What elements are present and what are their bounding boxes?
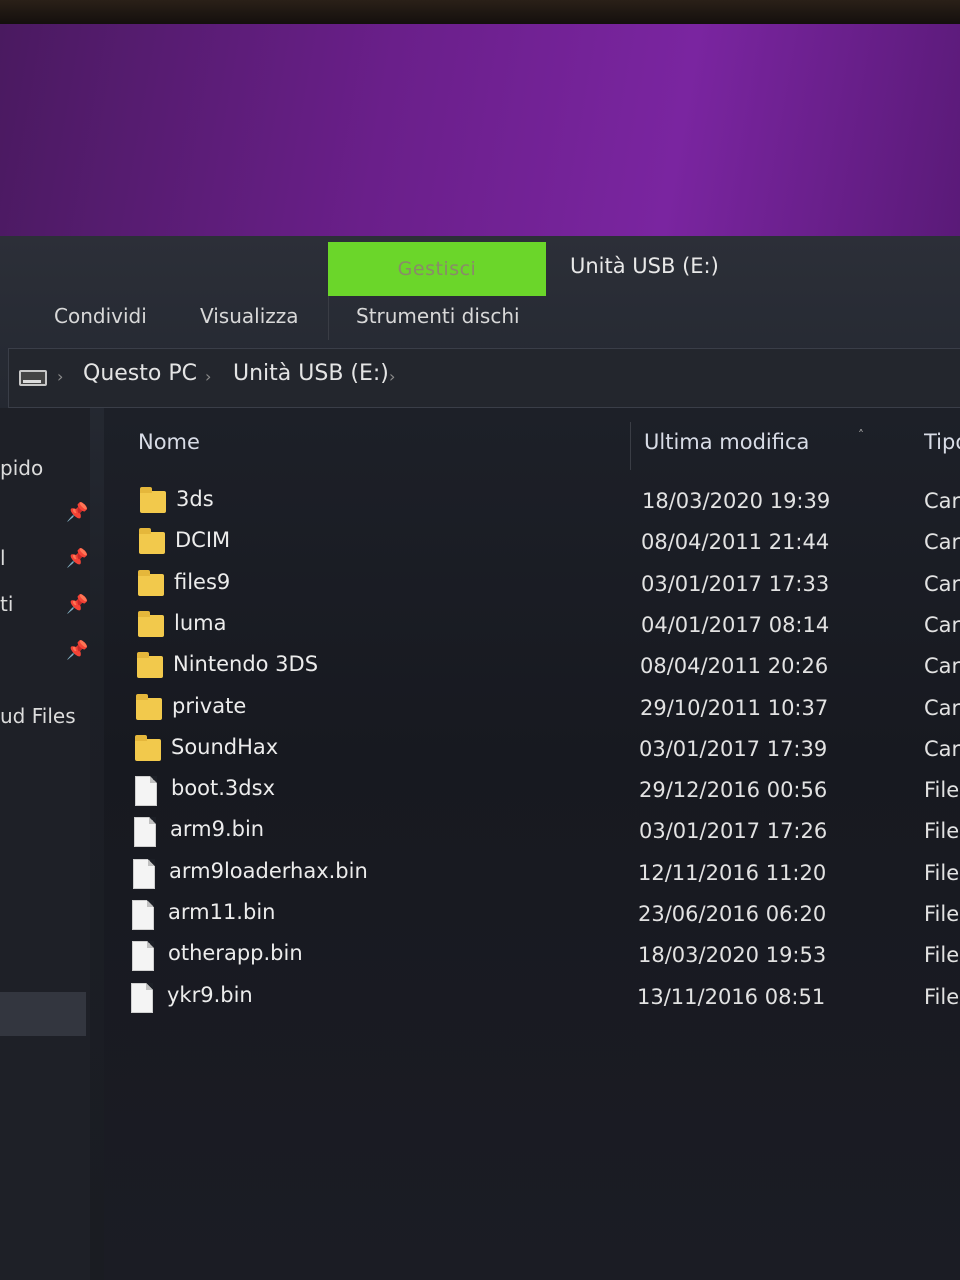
table-row[interactable]: boot.3dsx 29/12/2016 00:56 File bbox=[104, 771, 960, 812]
pin-icon[interactable]: 📌 bbox=[66, 548, 88, 569]
folder-icon bbox=[138, 569, 164, 596]
file-icon bbox=[134, 817, 156, 848]
file-name: arm9.bin bbox=[170, 817, 265, 842]
file-type: Cartella bbox=[924, 736, 960, 761]
folder-icon bbox=[138, 610, 164, 637]
table-row[interactable]: ykr9.bin 13/11/2016 08:51 File bbox=[104, 978, 960, 1019]
file-type: Cartella bbox=[924, 530, 960, 555]
table-row[interactable]: otherapp.bin 18/03/2020 19:53 File bbox=[104, 936, 960, 977]
file-modified-date: 29/12/2016 00:56 bbox=[639, 778, 828, 803]
file-type: Cartella bbox=[924, 654, 960, 679]
table-row[interactable]: arm9.bin 03/01/2017 17:26 File bbox=[104, 812, 960, 853]
sort-arrow-icon: ˄ bbox=[858, 428, 864, 442]
file-modified-date: 08/04/2011 21:44 bbox=[641, 530, 830, 555]
file-modified-date: 03/01/2017 17:26 bbox=[639, 819, 828, 844]
file-name: arm11.bin bbox=[168, 900, 276, 924]
file-name: boot.3dsx bbox=[171, 776, 275, 801]
tab-condividi[interactable]: Condividi bbox=[54, 304, 147, 328]
tab-strumenti-dischi[interactable]: Strumenti dischi bbox=[356, 304, 520, 328]
file-name: SoundHax bbox=[171, 734, 279, 759]
file-name: DCIM bbox=[175, 528, 231, 553]
column-header-type[interactable]: Tipo bbox=[924, 430, 960, 454]
breadcrumb-questo-pc[interactable]: Questo PC bbox=[83, 361, 197, 386]
folder-icon bbox=[136, 693, 162, 720]
file-modified-date: 03/01/2017 17:39 bbox=[639, 736, 828, 761]
tab-visualizza[interactable]: Visualizza bbox=[200, 304, 299, 328]
file-modified-date: 08/04/2011 20:26 bbox=[640, 654, 829, 679]
ribbon-divider bbox=[328, 296, 329, 340]
file-modified-date: 04/01/2017 08:14 bbox=[641, 612, 830, 637]
folder-icon bbox=[137, 652, 163, 679]
desktop-background bbox=[0, 24, 960, 240]
nav-item-pinned-1[interactable]: l bbox=[0, 546, 6, 570]
monitor-bezel bbox=[0, 0, 960, 26]
pin-icon[interactable]: 📌 bbox=[66, 502, 88, 523]
file-icon bbox=[131, 982, 153, 1013]
file-name: otherapp.bin bbox=[168, 941, 303, 966]
column-header-modified[interactable]: Ultima modifica bbox=[644, 430, 809, 454]
table-row[interactable]: arm11.bin 23/06/2016 06:20 File bbox=[104, 895, 960, 936]
table-row[interactable]: private 29/10/2011 10:37 Cartella bbox=[104, 689, 960, 730]
table-row[interactable]: luma 04/01/2017 08:14 Cartella bbox=[104, 606, 960, 647]
drive-icon bbox=[19, 370, 47, 386]
file-name: arm9loaderhax.bin bbox=[169, 858, 368, 883]
column-divider[interactable] bbox=[630, 422, 631, 470]
file-type: Cartella bbox=[924, 695, 960, 720]
nav-item-cloud-files[interactable]: ud Files bbox=[0, 704, 76, 728]
column-header-name[interactable]: Nome bbox=[138, 430, 200, 454]
folder-icon bbox=[139, 528, 165, 555]
file-type: File bbox=[924, 984, 960, 1009]
file-name: ykr9.bin bbox=[167, 982, 253, 1007]
file-type: Cartella bbox=[924, 571, 960, 596]
file-type: File bbox=[924, 943, 960, 968]
file-modified-date: 29/10/2011 10:37 bbox=[640, 695, 829, 720]
chevron-right-icon[interactable]: › bbox=[57, 367, 63, 386]
file-name: files9 bbox=[174, 569, 231, 594]
file-type: File bbox=[924, 902, 960, 926]
chevron-right-icon[interactable]: › bbox=[205, 367, 211, 386]
file-icon bbox=[135, 776, 157, 807]
file-modified-date: 13/11/2016 08:51 bbox=[637, 984, 826, 1009]
file-name: Nintendo 3DS bbox=[173, 652, 319, 677]
table-row[interactable]: DCIM 08/04/2011 21:44 Cartella bbox=[104, 523, 960, 564]
table-row[interactable]: Nintendo 3DS 08/04/2011 20:26 Cartella bbox=[104, 647, 960, 688]
file-icon bbox=[133, 858, 155, 889]
file-modified-date: 03/01/2017 17:33 bbox=[641, 571, 830, 596]
address-bar[interactable]: › Questo PC › Unità USB (E:) › bbox=[8, 348, 960, 408]
pin-icon[interactable]: 📌 bbox=[66, 594, 88, 615]
title-row: Gestisci Unità USB (E:) bbox=[0, 236, 960, 296]
breadcrumb-usb-drive[interactable]: Unità USB (E:) bbox=[233, 361, 389, 386]
window-title: Unità USB (E:) bbox=[570, 254, 719, 278]
navigation-pane: pido 📌 l 📌 ti 📌 📌 ud Files bbox=[0, 408, 90, 1280]
nav-item-selected[interactable] bbox=[0, 992, 86, 1036]
file-icon bbox=[132, 941, 154, 972]
file-modified-date: 18/03/2020 19:39 bbox=[642, 489, 831, 513]
pin-icon[interactable]: 📌 bbox=[66, 640, 88, 661]
file-modified-date: 23/06/2016 06:20 bbox=[638, 902, 827, 926]
table-row[interactable]: files9 03/01/2017 17:33 Cartella bbox=[104, 565, 960, 606]
nav-item-pinned-2[interactable]: ti bbox=[0, 592, 13, 616]
tab-gestisci-label: Gestisci bbox=[397, 258, 477, 280]
file-type: File bbox=[924, 819, 960, 844]
file-type: File bbox=[924, 778, 960, 803]
file-name: luma bbox=[174, 610, 227, 635]
file-type: Cartella bbox=[924, 612, 960, 637]
file-icon bbox=[132, 900, 154, 930]
file-name: 3ds bbox=[176, 487, 214, 511]
file-explorer-window: Gestisci Unità USB (E:) Condividi Visual… bbox=[0, 236, 960, 1280]
folder-icon bbox=[135, 734, 161, 761]
table-row[interactable]: SoundHax 03/01/2017 17:39 Cartella bbox=[104, 730, 960, 771]
file-list: Nome Ultima modifica ˄ Tipo 3ds 18/03/202… bbox=[104, 408, 960, 1280]
file-name: private bbox=[172, 693, 247, 718]
nav-item-quick-access[interactable]: pido bbox=[0, 456, 43, 480]
tab-gestisci[interactable]: Gestisci bbox=[328, 242, 546, 296]
file-modified-date: 12/11/2016 11:20 bbox=[638, 860, 827, 885]
file-type: Cartella bbox=[924, 489, 960, 513]
chevron-right-icon[interactable]: › bbox=[389, 367, 395, 386]
folder-icon bbox=[140, 487, 166, 513]
file-modified-date: 18/03/2020 19:53 bbox=[638, 943, 827, 968]
file-type: File bbox=[924, 860, 960, 885]
table-row[interactable]: 3ds 18/03/2020 19:39 Cartella bbox=[104, 482, 960, 523]
table-row[interactable]: arm9loaderhax.bin 12/11/2016 11:20 File bbox=[104, 854, 960, 895]
